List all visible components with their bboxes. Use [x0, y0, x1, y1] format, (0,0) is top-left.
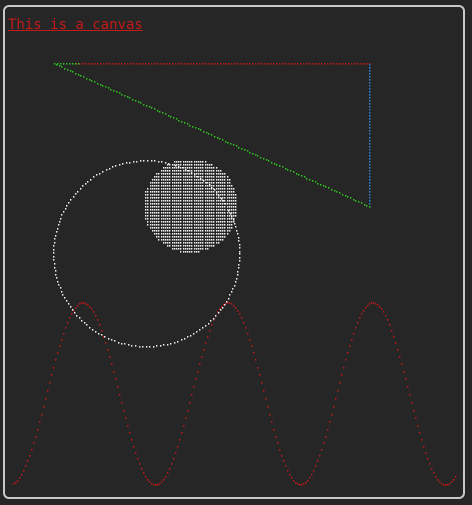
triangle-right-edge [369, 64, 371, 208]
triangle-top-edge [76, 63, 371, 65]
drawing-canvas [13, 63, 457, 486]
canvas-title: This is a canvas [8, 17, 143, 33]
sine-wave [13, 302, 457, 486]
filled-circle [145, 161, 237, 253]
